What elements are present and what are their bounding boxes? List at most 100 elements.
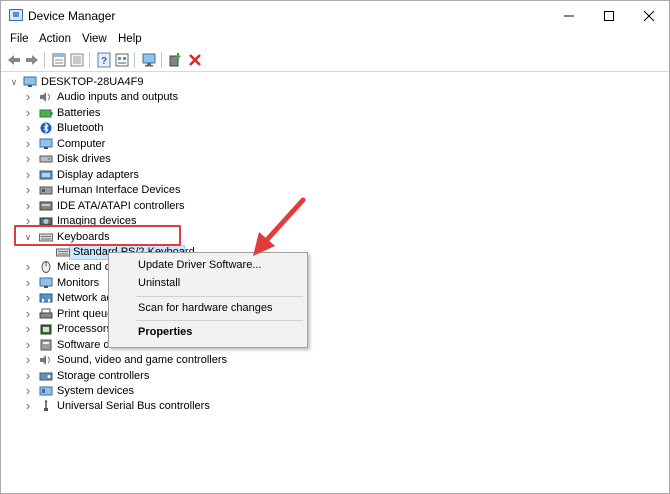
tree-item-storage-controllers[interactable]: › Storage controllers xyxy=(1,369,661,384)
chevron-right-icon[interactable]: › xyxy=(23,137,33,150)
context-properties[interactable]: Properties xyxy=(138,325,192,340)
context-separator xyxy=(136,296,303,297)
chevron-right-icon[interactable]: › xyxy=(23,106,33,119)
help-icon[interactable]: ? xyxy=(96,52,112,68)
close-button[interactable] xyxy=(627,1,670,31)
maximize-icon xyxy=(604,11,614,21)
menu-bar: File Action View Help xyxy=(1,31,669,49)
tree-item-sound-video-and-game-controllers[interactable]: › Sound, video and game controllers xyxy=(1,353,661,368)
tree-item-ide-ata-atapi-controllers[interactable]: › IDE ATA/ATAPI controllers xyxy=(1,199,661,214)
tree-item-label: Audio inputs and outputs xyxy=(57,91,179,104)
menu-action[interactable]: Action xyxy=(39,33,71,45)
context-properties-label: Properties xyxy=(138,326,193,338)
menu-file[interactable]: File xyxy=(10,33,29,45)
forward-icon[interactable] xyxy=(24,52,40,68)
chevron-right-icon[interactable]: › xyxy=(23,322,33,335)
chevron-right-icon[interactable]: › xyxy=(23,260,33,273)
computer-icon xyxy=(23,76,37,87)
tree-item-system-devices[interactable]: › System devices xyxy=(1,384,661,399)
menu-help[interactable]: Help xyxy=(118,33,142,45)
tree-item-computer[interactable]: › Computer xyxy=(1,137,661,152)
tree-item-label: Display adapters xyxy=(57,168,139,181)
usb-icon xyxy=(44,400,48,412)
minimize-button[interactable] xyxy=(547,1,591,31)
chevron-right-icon[interactable]: › xyxy=(23,307,33,320)
tree-item-software-devices[interactable]: › Software devices xyxy=(1,338,661,353)
tree-item-label: Print queue xyxy=(57,307,114,320)
network-adapter-icon xyxy=(39,293,53,303)
display-adapter-icon xyxy=(39,170,53,180)
tree-item-label: Disk drives xyxy=(57,153,111,166)
context-scan[interactable]: Scan for hardware changes xyxy=(138,301,273,316)
chevron-right-icon[interactable]: › xyxy=(23,338,33,351)
battery-icon xyxy=(39,109,53,118)
hid-icon xyxy=(39,186,53,195)
tree-item-bluetooth[interactable]: › Bluetooth xyxy=(1,121,661,136)
printer-icon xyxy=(39,308,53,319)
tree-item-label: Sound, video and game controllers xyxy=(57,354,227,367)
processor-icon xyxy=(40,324,52,335)
context-uninstall-label: Uninstall xyxy=(138,277,181,289)
uninstall-x-icon[interactable] xyxy=(187,52,203,68)
chevron-right-icon[interactable]: › xyxy=(23,399,33,412)
tree-item-label: Computer xyxy=(57,137,106,150)
maximize-button[interactable] xyxy=(587,1,631,31)
tree-item-label: Universal Serial Bus controllers xyxy=(57,400,210,413)
chevron-right-icon[interactable]: › xyxy=(23,384,33,397)
chevron-right-icon[interactable]: › xyxy=(23,121,33,134)
chevron-right-icon[interactable]: › xyxy=(23,291,33,304)
monitor-icon xyxy=(39,277,53,288)
chevron-right-icon[interactable]: › xyxy=(23,353,33,366)
chevron-right-icon[interactable]: › xyxy=(23,152,33,165)
chevron-right-icon[interactable]: › xyxy=(23,276,33,289)
speaker-icon xyxy=(40,92,50,103)
tree-item-label: Processors xyxy=(57,323,113,336)
tree-root[interactable]: ∨ DESKTOP-28UA4F9 xyxy=(1,75,661,90)
show-hidden-icon[interactable] xyxy=(69,52,85,68)
mouse-icon xyxy=(41,261,51,274)
chevron-right-icon[interactable]: › xyxy=(23,369,33,382)
toolbar: ? xyxy=(1,49,669,72)
tree-item-label: Mice and ot xyxy=(57,261,114,274)
disk-drive-icon xyxy=(39,155,53,163)
window-title: Device Manager xyxy=(28,9,116,23)
view-icon[interactable] xyxy=(114,52,130,68)
chevron-right-icon[interactable]: › xyxy=(23,199,33,212)
chevron-down-icon[interactable]: ∨ xyxy=(9,76,19,88)
tree-item-universal-serial-bus-controllers[interactable]: › Universal Serial Bus controllers xyxy=(1,399,661,414)
context-uninstall[interactable]: Uninstall xyxy=(138,276,180,291)
tree-item-label: Bluetooth xyxy=(57,122,104,135)
tree-item-display-adapters[interactable]: › Display adapters xyxy=(1,168,661,183)
menu-view[interactable]: View xyxy=(82,33,107,45)
toolbar-separator xyxy=(44,52,45,68)
tree-item-processors[interactable]: › Processors xyxy=(1,322,661,337)
tree-item-audio-inputs-and-outputs[interactable]: › Audio inputs and outputs xyxy=(1,90,661,105)
tree-item-label: Network ad xyxy=(57,292,113,305)
toolbar-separator xyxy=(134,52,135,68)
system-device-icon xyxy=(39,386,53,396)
tree-item-network-ad[interactable]: › Network ad xyxy=(1,291,661,306)
chevron-right-icon[interactable]: › xyxy=(23,168,33,181)
tree-item-print-queue[interactable]: › Print queue xyxy=(1,307,661,322)
tree-item-monitors[interactable]: › Monitors xyxy=(1,276,661,291)
tree-item-batteries[interactable]: › Batteries xyxy=(1,106,661,121)
back-icon[interactable] xyxy=(6,52,22,68)
tree-root-label: DESKTOP-28UA4F9 xyxy=(41,76,144,88)
tree-item-human-interface-devices[interactable]: › Human Interface Devices xyxy=(1,183,661,198)
bluetooth-icon xyxy=(40,122,52,134)
chevron-right-icon[interactable]: › xyxy=(23,90,33,103)
context-scan-label: Scan for hardware changes xyxy=(138,302,273,314)
annotation-arrow-icon xyxy=(253,197,306,256)
sound-icon xyxy=(40,355,50,366)
add-driver-icon[interactable] xyxy=(167,52,183,68)
chevron-right-icon[interactable]: › xyxy=(23,183,33,196)
tree-item-mice-and-ot[interactable]: › Mice and ot xyxy=(1,260,661,275)
tree-item-label: IDE ATA/ATAPI controllers xyxy=(57,199,185,212)
tree-item-disk-drives[interactable]: › Disk drives xyxy=(1,152,661,167)
close-icon xyxy=(643,10,655,22)
minimize-icon xyxy=(564,15,574,17)
monitor-icon[interactable] xyxy=(141,52,157,68)
tree-item-standard-keyboard[interactable]: Standard PS/2 Keyboard xyxy=(1,245,661,260)
tree-item-label: Monitors xyxy=(57,276,100,289)
properties-sheet-icon[interactable] xyxy=(51,52,67,68)
